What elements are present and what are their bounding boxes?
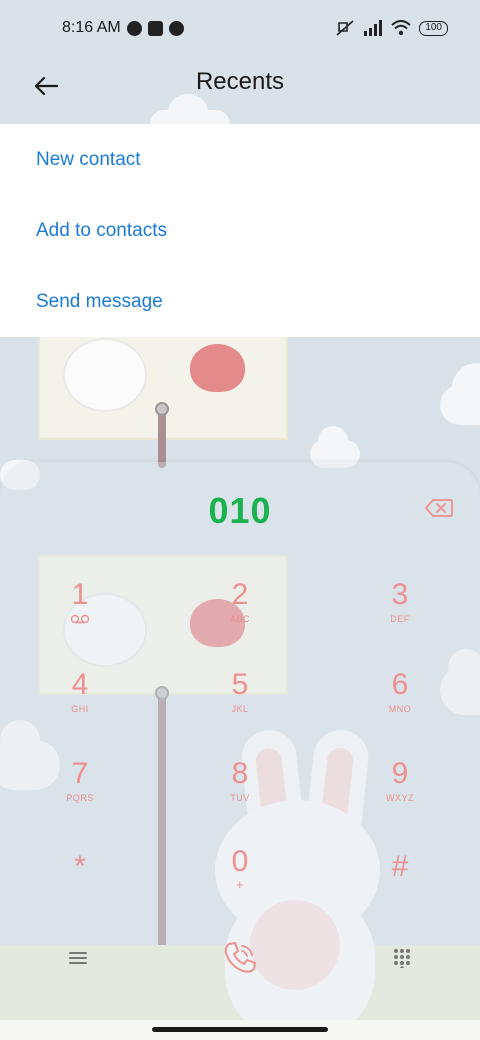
signal-icon — [364, 20, 383, 36]
voicemail-icon — [70, 614, 90, 624]
key-digit: 5 — [231, 668, 249, 701]
key-letters: DEF — [390, 614, 410, 624]
key-letters: MNO — [388, 704, 412, 714]
key-6[interactable]: 6 MNO — [340, 668, 460, 748]
notification-icon — [168, 20, 184, 36]
key-9[interactable]: 9 WXYZ — [340, 757, 460, 837]
cloud-decoration — [440, 363, 480, 425]
key-letters: JKL — [231, 704, 249, 714]
status-time: 8:16 AM — [62, 19, 121, 36]
backspace-button[interactable] — [424, 498, 454, 518]
key-digit: 0 — [231, 845, 249, 878]
key-letters: + — [235, 877, 245, 892]
key-letters: TUV — [230, 793, 250, 803]
wifi-icon — [391, 20, 411, 36]
square-icon — [147, 20, 163, 36]
key-digit: 7 — [71, 757, 89, 790]
home-indicator[interactable] — [152, 1027, 328, 1032]
key-2[interactable]: 2 ABC — [180, 578, 300, 658]
key-digit: 9 — [391, 757, 409, 790]
bunny-face-decoration — [65, 340, 145, 410]
notification-icon — [126, 20, 142, 36]
key-digit: 8 — [231, 757, 249, 790]
key-digit: * — [74, 850, 86, 883]
dialpad-icon — [394, 949, 410, 968]
add-to-contacts-menu-item[interactable]: Add to contacts — [0, 195, 480, 266]
pole-decoration — [158, 408, 166, 468]
key-4[interactable]: 4 GHI — [20, 668, 140, 748]
pole-knob-decoration — [155, 402, 169, 416]
key-7[interactable]: 7 PQRS — [20, 757, 140, 837]
key-digit: # — [391, 850, 409, 883]
key-digit: 1 — [71, 578, 89, 611]
phone-icon — [224, 942, 256, 973]
key-3[interactable]: 3 DEF — [340, 578, 460, 658]
key-8[interactable]: 8 TUV — [180, 757, 300, 837]
key-0[interactable]: 0 + — [180, 845, 300, 925]
key-digit: 4 — [71, 668, 89, 701]
send-message-menu-item[interactable]: Send message — [0, 266, 480, 337]
key-digit: 2 — [231, 578, 249, 611]
menu-button[interactable] — [50, 930, 106, 986]
dialer-panel: 010 1 2 ABC 3 DEF 4 GHI 5 JKL 6 MNO 7 PQ… — [0, 462, 480, 1020]
key-hash[interactable]: # — [340, 850, 460, 930]
status-bar: 8:16 AM 100 — [0, 0, 480, 56]
key-digit: 6 — [391, 668, 409, 701]
new-contact-menu-item[interactable]: New contact — [0, 124, 480, 195]
mute-icon — [336, 20, 354, 36]
key-digit: 3 — [391, 578, 409, 611]
page-title: Recents — [195, 68, 285, 95]
key-1[interactable]: 1 — [20, 578, 140, 658]
call-button[interactable] — [212, 930, 268, 986]
options-menu: New contact Add to contacts Send message — [0, 124, 480, 337]
battery-icon: 100 — [419, 20, 448, 36]
dialed-number: 010 — [208, 490, 272, 531]
menu-icon — [69, 952, 87, 964]
key-letters: GHI — [71, 704, 89, 714]
dialer-bottom-bar — [0, 930, 480, 990]
key-letters: PQRS — [66, 793, 94, 803]
heart-decoration — [190, 344, 245, 392]
key-letters: WXYZ — [386, 793, 414, 803]
key-5[interactable]: 5 JKL — [180, 668, 300, 748]
dialpad-toggle-button[interactable] — [374, 930, 430, 986]
key-letters: ABC — [229, 614, 250, 624]
backspace-icon — [425, 499, 453, 517]
app-header: Recents — [0, 56, 480, 124]
key-star[interactable]: * — [20, 850, 140, 930]
